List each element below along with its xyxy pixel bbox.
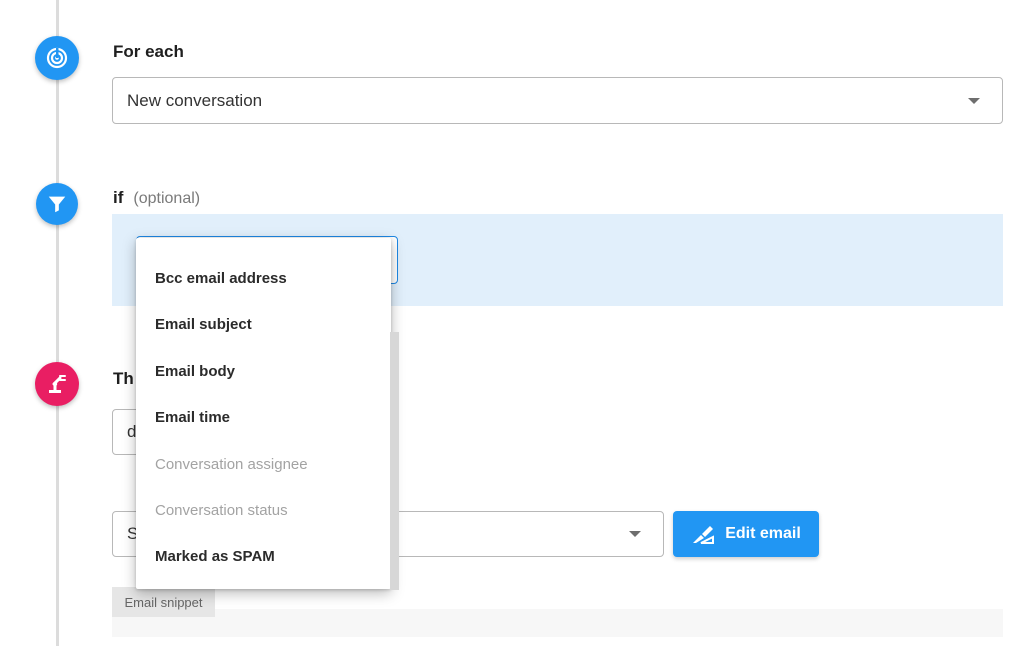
action-label: Th <box>113 369 134 388</box>
menu-item-conversation-assignee: Conversation assignee <box>155 456 308 473</box>
timeline-line <box>56 0 59 646</box>
optional-hint: (optional) <box>133 190 201 207</box>
edit-email-button[interactable]: Edit email <box>673 511 819 557</box>
menu-item-email-time[interactable]: Email time <box>155 409 230 426</box>
condition-label: if (optional) <box>113 188 200 208</box>
menu-item-marked-spam[interactable]: Marked as SPAM <box>155 548 275 565</box>
menu-item-email-subject[interactable]: Email subject <box>155 316 252 333</box>
menu-item-conversation-status: Conversation status <box>155 502 288 519</box>
trigger-label: For each <box>113 42 184 61</box>
chevron-down-icon <box>629 531 641 537</box>
chevron-down-icon <box>968 97 980 104</box>
radar-icon <box>35 36 79 80</box>
email-snippet-tag: Email snippet <box>112 587 215 617</box>
trigger-select[interactable]: New conversation <box>112 77 1003 124</box>
menu-item-email-body[interactable]: Email body <box>155 363 235 380</box>
trigger-select-value: New conversation <box>127 90 263 110</box>
filter-icon <box>36 183 78 225</box>
pen-ruler-icon <box>693 526 715 544</box>
condition-label-text: if <box>113 188 124 207</box>
condition-dropdown-menu: Bcc email address Email subject Email bo… <box>136 238 391 589</box>
edit-email-label: Edit email <box>725 525 801 542</box>
email-snippet-area <box>112 609 1003 637</box>
menu-item-bcc-email[interactable]: Bcc email address <box>155 270 287 287</box>
robot-arm-icon <box>35 362 79 406</box>
dropdown-scrollbar[interactable] <box>390 332 399 590</box>
